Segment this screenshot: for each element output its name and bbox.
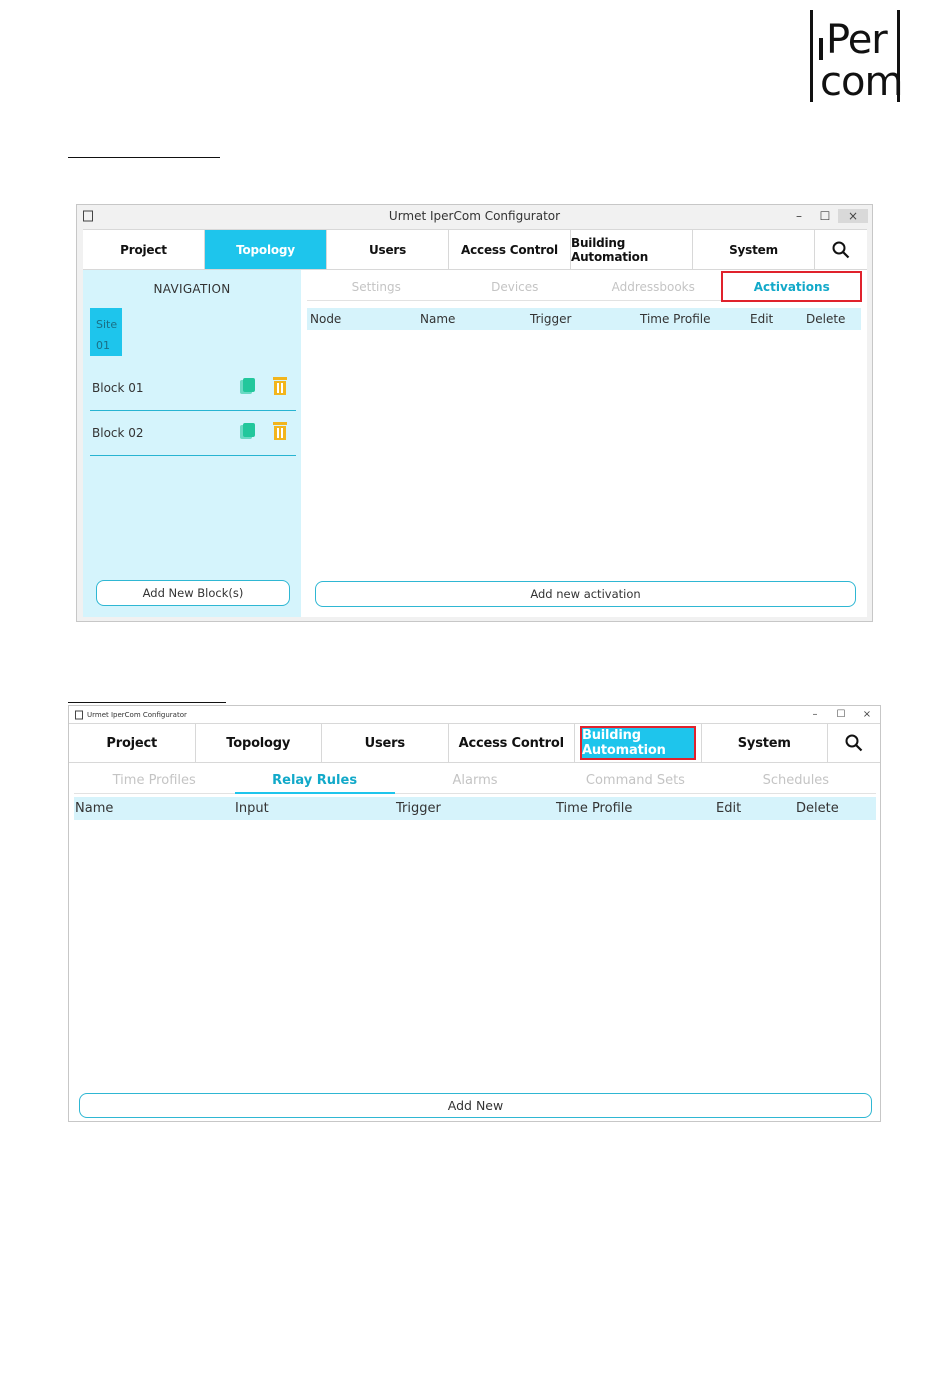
tab-system[interactable]: System bbox=[693, 230, 815, 269]
minimize-button[interactable]: – bbox=[802, 709, 828, 720]
logo-text-top: Per bbox=[826, 17, 888, 63]
subtab-devices[interactable]: Devices bbox=[446, 273, 585, 300]
site-number: 01 bbox=[96, 339, 110, 352]
subtab-time-profiles[interactable]: Time Profiles bbox=[74, 768, 234, 793]
add-new-button[interactable]: Add New bbox=[79, 1093, 872, 1118]
copy-icon[interactable] bbox=[240, 423, 255, 439]
building-automation-highlight: Building Automation bbox=[580, 726, 696, 760]
subtab-alarms[interactable]: Alarms bbox=[395, 768, 555, 793]
trash-icon[interactable] bbox=[273, 422, 287, 440]
column-header[interactable]: Edit bbox=[750, 312, 773, 326]
search-button[interactable] bbox=[815, 230, 867, 269]
minimize-button[interactable]: – bbox=[786, 209, 812, 223]
window-content: Project Topology Users Access Control Bu… bbox=[83, 229, 867, 617]
logo-text-bottom: com bbox=[820, 59, 903, 105]
block-row[interactable]: Block 01 bbox=[90, 367, 296, 411]
activations-table-header: Node Name Trigger Time Profile Edit Dele… bbox=[307, 308, 861, 330]
building-automation-subtabs: Time Profiles Relay Rules Alarms Command… bbox=[74, 768, 876, 794]
tab-access-control[interactable]: Access Control bbox=[449, 230, 571, 269]
column-header[interactable]: Delete bbox=[806, 312, 845, 326]
column-header[interactable]: Node bbox=[310, 312, 341, 326]
window-titlebar: Urmet IperCom Configurator – ☐ × bbox=[69, 706, 880, 723]
column-header[interactable]: Input bbox=[235, 801, 269, 816]
trash-icon[interactable] bbox=[273, 377, 287, 395]
search-icon bbox=[832, 241, 850, 258]
subtab-relay-rules[interactable]: Relay Rules bbox=[234, 768, 394, 793]
column-header[interactable]: Time Profile bbox=[556, 801, 632, 816]
tab-topology[interactable]: Topology bbox=[205, 230, 327, 269]
site-item[interactable]: Site 01 bbox=[90, 308, 122, 356]
tab-project[interactable]: Project bbox=[69, 724, 196, 762]
tab-building-automation[interactable]: Building Automation bbox=[575, 724, 702, 762]
block-row[interactable]: Block 02 bbox=[90, 412, 296, 456]
maximize-button[interactable]: ☐ bbox=[812, 209, 838, 223]
configurator-window-topology: Urmet IperCom Configurator – ☐ × Project… bbox=[76, 204, 873, 622]
window-title: Urmet IperCom Configurator bbox=[388, 209, 561, 223]
maximize-button[interactable]: ☐ bbox=[828, 709, 854, 720]
navigation-panel: NAVIGATION Site 01 Block 01 Block 02 Add… bbox=[83, 270, 301, 617]
relay-rules-table-header: Name Input Trigger Time Profile Edit Del… bbox=[74, 797, 876, 820]
block-name: Block 01 bbox=[92, 381, 144, 395]
close-button[interactable]: × bbox=[838, 209, 868, 223]
copy-icon[interactable] bbox=[240, 378, 255, 394]
add-new-block-button[interactable]: Add New Block(s) bbox=[96, 580, 290, 606]
tab-users[interactable]: Users bbox=[327, 230, 449, 269]
search-icon bbox=[845, 734, 863, 752]
column-header[interactable]: Time Profile bbox=[640, 312, 711, 326]
navigation-title: NAVIGATION bbox=[153, 282, 231, 296]
search-button[interactable] bbox=[828, 724, 880, 762]
subtab-command-sets[interactable]: Command Sets bbox=[555, 768, 715, 793]
tab-building-automation[interactable]: Building Automation bbox=[571, 230, 693, 269]
heading-underline bbox=[68, 702, 226, 703]
window-titlebar: Urmet IperCom Configurator – ☐ × bbox=[77, 205, 872, 227]
tab-users[interactable]: Users bbox=[322, 724, 449, 762]
site-label: Site bbox=[96, 318, 118, 331]
window-title: Urmet IperCom Configurator bbox=[87, 710, 187, 719]
column-header[interactable]: Delete bbox=[796, 801, 839, 816]
configurator-window-building-automation: Urmet IperCom Configurator – ☐ × Project… bbox=[68, 705, 881, 1122]
column-header[interactable]: Name bbox=[420, 312, 455, 326]
app-icon bbox=[75, 710, 83, 719]
tab-access-control[interactable]: Access Control bbox=[449, 724, 575, 762]
heading-underline bbox=[68, 157, 220, 158]
block-name: Block 02 bbox=[92, 426, 144, 440]
subtab-settings[interactable]: Settings bbox=[307, 273, 446, 300]
app-icon bbox=[83, 210, 93, 222]
column-header[interactable]: Trigger bbox=[530, 312, 571, 326]
add-new-activation-button[interactable]: Add new activation bbox=[315, 581, 856, 607]
column-header[interactable]: Name bbox=[75, 801, 113, 816]
tab-topology[interactable]: Topology bbox=[196, 724, 322, 762]
tab-system[interactable]: System bbox=[702, 724, 828, 762]
ipercom-logo: Per com bbox=[810, 10, 903, 105]
main-nav: Project Topology Users Access Control Bu… bbox=[69, 723, 880, 763]
column-header[interactable]: Trigger bbox=[396, 801, 441, 816]
highlight-box bbox=[721, 271, 862, 302]
subtab-addressbooks[interactable]: Addressbooks bbox=[584, 273, 723, 300]
main-nav: Project Topology Users Access Control Bu… bbox=[83, 229, 867, 270]
relay-rules-underline bbox=[235, 792, 395, 794]
close-button[interactable]: × bbox=[854, 709, 880, 720]
tab-project[interactable]: Project bbox=[83, 230, 205, 269]
column-header[interactable]: Edit bbox=[716, 801, 741, 816]
subtab-schedules[interactable]: Schedules bbox=[716, 768, 876, 793]
